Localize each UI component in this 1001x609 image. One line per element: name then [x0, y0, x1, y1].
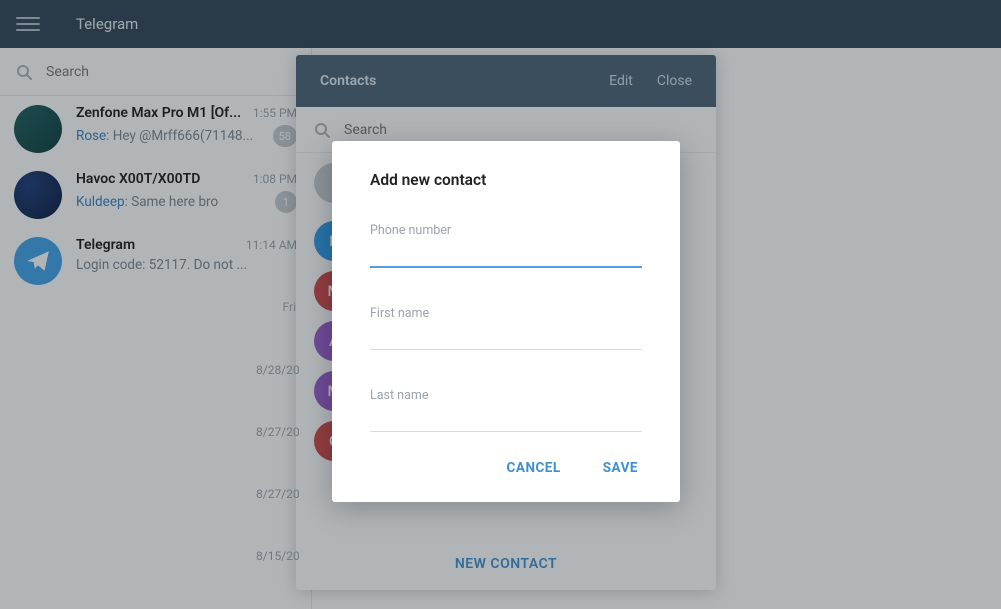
- phone-field: Phone number: [370, 223, 642, 268]
- add-contact-modal: Add new contact Phone number First name …: [332, 141, 680, 502]
- first-name-label: First name: [370, 306, 642, 321]
- modal-actions: CANCEL SAVE: [370, 452, 642, 484]
- last-name-input[interactable]: [370, 405, 642, 432]
- first-name-field: First name: [370, 306, 642, 350]
- phone-input[interactable]: [370, 240, 642, 268]
- first-name-input[interactable]: [370, 323, 642, 350]
- phone-label: Phone number: [370, 223, 642, 238]
- last-name-field: Last name: [370, 388, 642, 432]
- save-button[interactable]: SAVE: [599, 452, 642, 484]
- cancel-button[interactable]: CANCEL: [503, 452, 565, 484]
- modal-title: Add new contact: [370, 171, 642, 189]
- last-name-label: Last name: [370, 388, 642, 403]
